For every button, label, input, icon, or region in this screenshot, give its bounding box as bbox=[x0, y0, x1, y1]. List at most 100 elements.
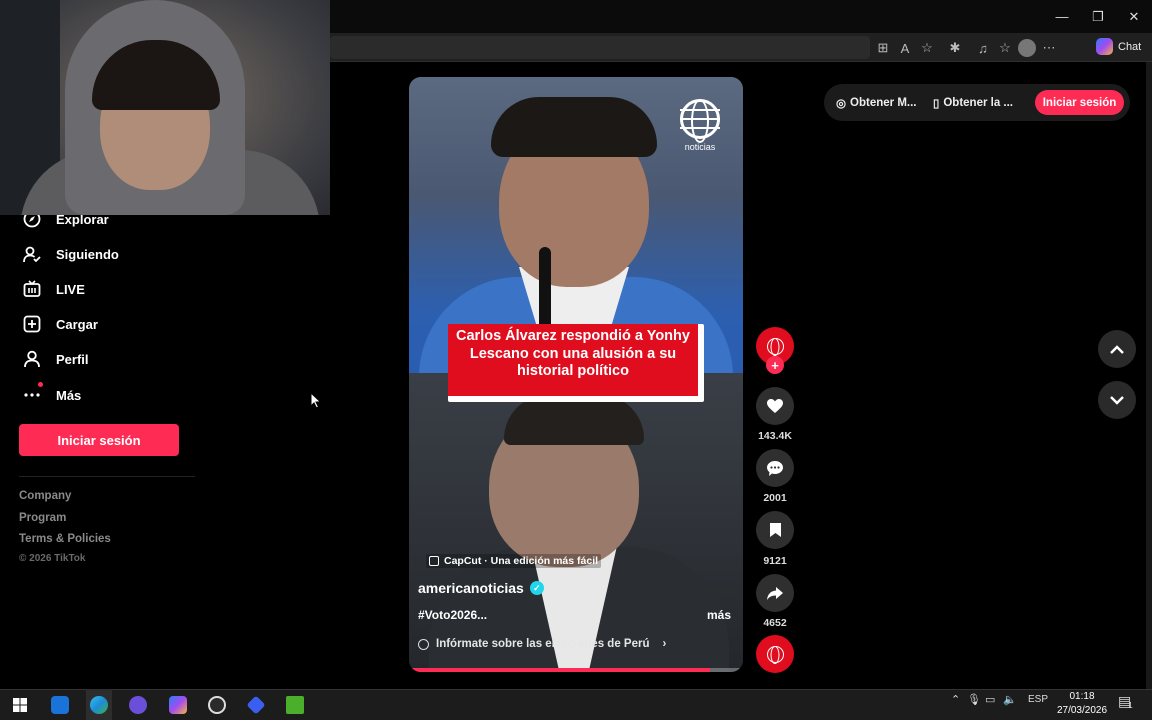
restore-button[interactable]: ❐ bbox=[1080, 0, 1116, 33]
profile-icon[interactable] bbox=[1016, 37, 1038, 59]
info-icon bbox=[418, 638, 429, 650]
obs-recording-icon bbox=[208, 696, 226, 714]
share-button[interactable] bbox=[756, 574, 794, 612]
video-hashtag[interactable]: #Voto2026... bbox=[418, 608, 487, 622]
minimize-button[interactable]: — bbox=[1044, 0, 1080, 33]
notification-dot bbox=[38, 382, 43, 387]
taskbar-minecraft[interactable] bbox=[282, 692, 308, 718]
language-indicator[interactable]: ESP bbox=[1023, 694, 1053, 705]
video-caption: Carlos Álvarez respondió a Yonhy Lescano… bbox=[448, 324, 698, 396]
taskbar-obs[interactable] bbox=[204, 692, 230, 718]
sound-disc-button[interactable] bbox=[756, 635, 794, 673]
globe-logo-icon bbox=[680, 99, 720, 139]
toolbar-icons: ⊞ A ☆ ✱ ♫ ☆ ⋯ bbox=[872, 37, 1060, 59]
speaker-hair bbox=[491, 97, 657, 157]
tray-expand-icon[interactable]: ⌃ bbox=[951, 693, 967, 706]
election-info-link[interactable]: Infórmate sobre las elecciones de Perú › bbox=[418, 638, 666, 650]
taskbar-edge[interactable] bbox=[86, 692, 112, 718]
notification-count: 1 bbox=[1128, 701, 1133, 710]
logo-text: noticias bbox=[684, 142, 716, 152]
sidebar-item-label: Cargar bbox=[56, 316, 98, 332]
footer-link-company[interactable]: Company bbox=[19, 490, 71, 502]
sidebar-item-siguiendo[interactable]: Siguiendo bbox=[22, 244, 119, 264]
volume-icon[interactable]: 🔈 bbox=[1003, 693, 1023, 706]
save-button[interactable] bbox=[756, 511, 794, 549]
copilot-chat-button[interactable]: Chat bbox=[1096, 38, 1141, 55]
share-arrow-icon bbox=[767, 586, 783, 600]
music-icon[interactable]: ♫ bbox=[972, 37, 994, 59]
sidebar-item-label: Siguiendo bbox=[56, 246, 119, 262]
get-coins-button[interactable]: ◎ Obtener M... bbox=[836, 96, 917, 110]
clock-date: 27/03/2026 bbox=[1056, 705, 1108, 716]
header-login-button[interactable]: Iniciar sesión bbox=[1035, 90, 1124, 115]
capcut-label[interactable]: CapCut · Una edición más fácil bbox=[426, 554, 602, 568]
system-tray: ⌃ 🎙 ▭ 🔈 ESP bbox=[951, 693, 1053, 706]
copilot-app-icon bbox=[169, 696, 187, 714]
follow-plus-button[interactable]: + bbox=[766, 356, 784, 374]
following-icon bbox=[22, 244, 42, 264]
video-player[interactable]: noticias Carlos Álvarez respondió a Yonh… bbox=[409, 77, 743, 672]
capcut-icon bbox=[429, 556, 439, 566]
chat-label: Chat bbox=[1118, 40, 1142, 53]
sidebar-item-perfil[interactable]: Perfil bbox=[22, 349, 89, 369]
info-text: Infórmate sobre las elecciones de Perú bbox=[436, 638, 650, 650]
sidebar-item-live[interactable]: LIVE bbox=[22, 279, 85, 299]
page-scrollbar[interactable] bbox=[1146, 62, 1152, 689]
sidebar-divider bbox=[19, 476, 195, 477]
comment-count: 2001 bbox=[763, 492, 787, 504]
share-count: 4652 bbox=[763, 617, 787, 629]
menu-dots-icon[interactable]: ⋯ bbox=[1038, 37, 1060, 59]
taskbar-outlook[interactable] bbox=[47, 692, 73, 718]
phone-icon: ▯ bbox=[933, 98, 940, 110]
heart-icon bbox=[767, 399, 783, 413]
sidebar-item-cargar[interactable]: Cargar bbox=[22, 314, 98, 334]
mail-app-icon bbox=[51, 696, 69, 714]
microphone-icon[interactable]: 🎙 bbox=[967, 693, 985, 706]
notification-center[interactable]: ▤ 1 bbox=[1118, 693, 1133, 710]
video-progress-bar[interactable] bbox=[409, 668, 743, 672]
author-label: americanoticias bbox=[418, 580, 524, 596]
clock-time: 01:18 bbox=[1069, 691, 1095, 702]
taskbar-discord[interactable] bbox=[125, 692, 151, 718]
favorite-star-icon[interactable]: ☆ bbox=[916, 37, 938, 59]
footer-link-terms[interactable]: Terms & Policies bbox=[19, 533, 111, 545]
split-screen-icon[interactable]: ⊞ bbox=[872, 37, 894, 59]
listener-hair bbox=[504, 395, 644, 445]
diamond-app-icon bbox=[246, 695, 266, 715]
taskbar-copilot[interactable] bbox=[165, 692, 191, 718]
taskbar-app-blue[interactable] bbox=[243, 692, 269, 718]
footer-link-program[interactable]: Program bbox=[19, 512, 66, 524]
sidebar-item-label: LIVE bbox=[56, 281, 85, 297]
translate-icon[interactable]: A bbox=[894, 37, 916, 59]
save-count: 9121 bbox=[763, 555, 787, 567]
more-description-link[interactable]: más bbox=[707, 608, 731, 622]
chevron-down-icon bbox=[1110, 395, 1124, 405]
mouse-cursor-icon bbox=[310, 392, 322, 409]
like-button[interactable] bbox=[756, 387, 794, 425]
profile-icon bbox=[22, 349, 42, 369]
previous-video-button[interactable] bbox=[1098, 330, 1136, 368]
start-button[interactable] bbox=[7, 692, 33, 718]
next-video-button[interactable] bbox=[1098, 381, 1136, 419]
sidebar-item-mas[interactable]: Más bbox=[22, 382, 81, 405]
america-noticias-logo: noticias bbox=[679, 99, 721, 152]
favorites-icon[interactable]: ☆ bbox=[994, 37, 1016, 59]
globe-sound-icon bbox=[766, 645, 784, 663]
extensions-icon[interactable]: ✱ bbox=[944, 37, 966, 59]
get-coins-label: Obtener M... bbox=[850, 97, 917, 109]
address-bar[interactable] bbox=[330, 36, 870, 59]
get-app-label: Obtener la ... bbox=[943, 97, 1014, 109]
sidebar-item-label: Perfil bbox=[56, 351, 89, 367]
copyright: © 2026 TikTok bbox=[19, 553, 86, 564]
upload-plus-icon bbox=[22, 314, 42, 334]
taskbar-clock[interactable]: 01:18 27/03/2026 bbox=[1055, 690, 1109, 718]
get-app-button[interactable]: ▯ Obtener la ... bbox=[933, 96, 1013, 110]
webcam-overlay bbox=[0, 0, 330, 215]
network-icon[interactable]: ▭ bbox=[985, 693, 1003, 706]
author-name[interactable]: americanoticias ✓ bbox=[418, 580, 544, 596]
copilot-icon bbox=[1096, 38, 1113, 55]
sidebar-login-button[interactable]: Iniciar sesión bbox=[19, 424, 179, 456]
close-button[interactable]: ✕ bbox=[1116, 0, 1152, 33]
comment-button[interactable] bbox=[756, 449, 794, 487]
like-count: 143.4K bbox=[758, 430, 792, 442]
